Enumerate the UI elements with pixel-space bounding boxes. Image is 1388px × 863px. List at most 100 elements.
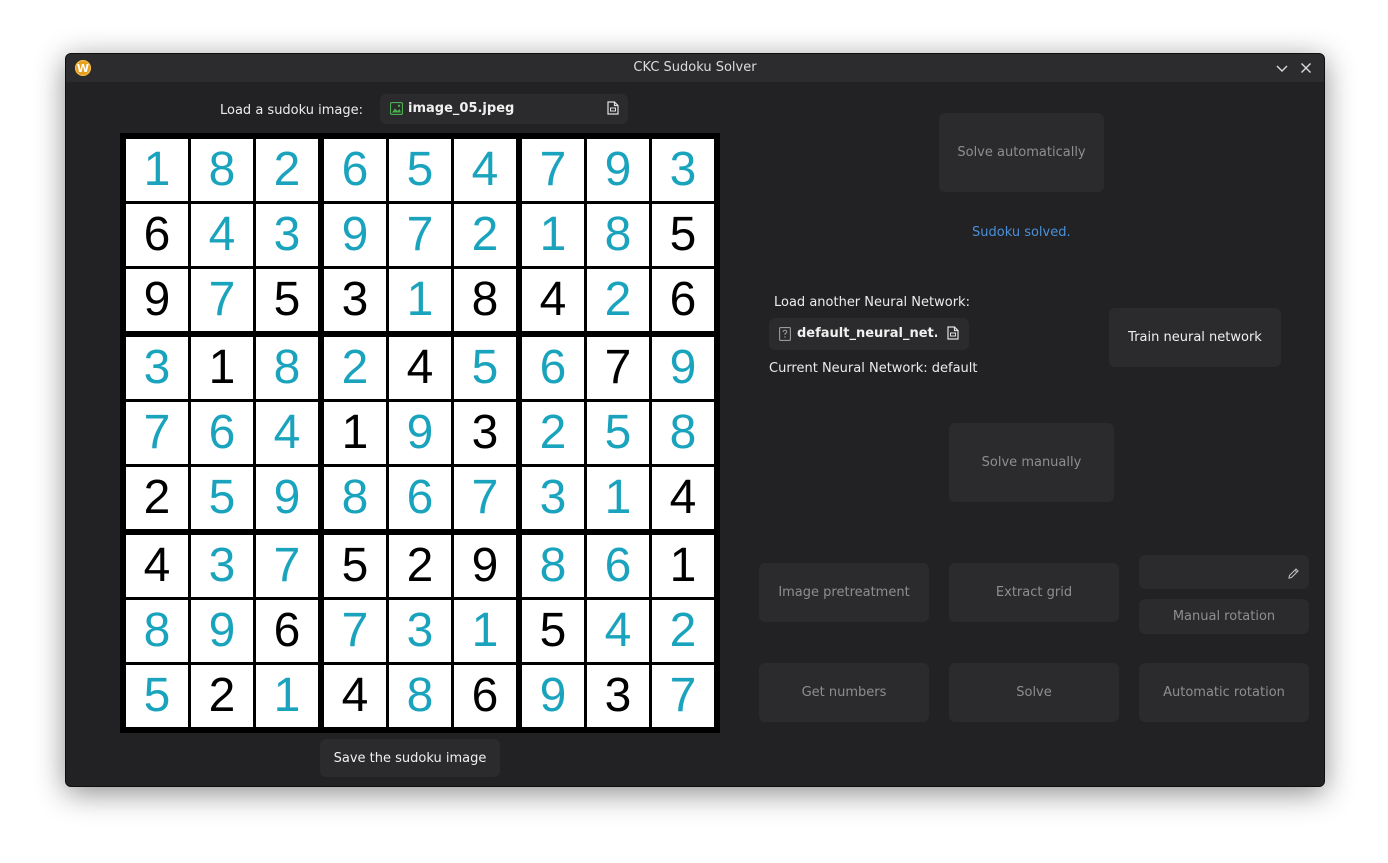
sudoku-cell: 5 (256, 269, 318, 331)
sudoku-cell: 2 (324, 337, 386, 399)
sudoku-cell: 9 (256, 467, 318, 529)
open-document-icon (947, 326, 959, 344)
sudoku-cell: 1 (522, 204, 584, 266)
unknown-file-icon (779, 327, 791, 345)
sudoku-cell: 5 (454, 337, 516, 399)
sudoku-cell: 9 (389, 402, 451, 464)
sudoku-cell: 6 (652, 269, 714, 331)
sudoku-cell: 9 (191, 600, 253, 662)
sudoku-cell: 7 (454, 467, 516, 529)
sudoku-cell: 2 (256, 139, 318, 201)
sudoku-cell: 1 (256, 665, 318, 727)
sudoku-cell: 4 (587, 600, 649, 662)
sudoku-cell: 8 (454, 269, 516, 331)
sudoku-cell: 6 (256, 600, 318, 662)
solve-manually-button[interactable]: Solve manually (949, 423, 1114, 502)
sudoku-cell: 9 (587, 139, 649, 201)
sudoku-cell: 6 (587, 535, 649, 597)
sudoku-cell: 3 (256, 204, 318, 266)
sudoku-cell: 5 (389, 139, 451, 201)
sudoku-cell: 6 (389, 467, 451, 529)
sudoku-cell: 4 (191, 204, 253, 266)
sudoku-cell: 6 (191, 402, 253, 464)
image-file-chooser[interactable]: image_05.jpeg (380, 94, 628, 124)
sudoku-cell: 6 (126, 204, 188, 266)
save-sudoku-image-button[interactable]: Save the sudoku image (320, 739, 500, 777)
sudoku-cell: 8 (522, 535, 584, 597)
sudoku-cell: 8 (389, 665, 451, 727)
automatic-rotation-button[interactable]: Automatic rotation (1139, 663, 1309, 722)
sudoku-cell: 5 (324, 535, 386, 597)
train-neural-network-button[interactable]: Train neural network (1109, 308, 1281, 367)
sudoku-cell: 4 (256, 402, 318, 464)
sudoku-cell: 8 (324, 467, 386, 529)
sudoku-cell: 5 (522, 600, 584, 662)
open-document-icon (607, 101, 619, 119)
sudoku-cell: 1 (389, 269, 451, 331)
minimize-chevron-icon[interactable] (1274, 60, 1290, 76)
sudoku-cell: 8 (256, 337, 318, 399)
status-text: Sudoku solved. (972, 225, 1071, 240)
sudoku-cell: 3 (522, 467, 584, 529)
sudoku-cell: 4 (652, 467, 714, 529)
sudoku-cell: 2 (126, 467, 188, 529)
neural-network-file-chooser[interactable]: default_neural_net... (769, 318, 969, 350)
sudoku-cell: 3 (587, 665, 649, 727)
current-neural-network-label: Current Neural Network: default (769, 361, 978, 376)
neural-network-load-label: Load another Neural Network: (774, 295, 970, 310)
sudoku-cell: 7 (191, 269, 253, 331)
edit-pencil-icon (1287, 565, 1300, 584)
solve-button[interactable]: Solve (949, 663, 1119, 722)
sudoku-cell: 7 (256, 535, 318, 597)
sudoku-cell: 4 (454, 139, 516, 201)
sudoku-cell: 4 (389, 337, 451, 399)
sudoku-cell: 1 (454, 600, 516, 662)
sudoku-cell: 6 (522, 337, 584, 399)
neural-network-file-name: default_neural_net... (797, 326, 937, 341)
get-numbers-button[interactable]: Get numbers (759, 663, 929, 722)
sudoku-cell: 8 (652, 402, 714, 464)
sudoku-cell: 9 (652, 337, 714, 399)
rotation-angle-entry[interactable] (1139, 555, 1309, 589)
sudoku-cell: 7 (389, 204, 451, 266)
sudoku-cell: 5 (191, 467, 253, 529)
sudoku-cell: 5 (652, 204, 714, 266)
sudoku-cell: 4 (324, 665, 386, 727)
sudoku-cell: 1 (126, 139, 188, 201)
sudoku-cell: 1 (652, 535, 714, 597)
sudoku-cell: 7 (652, 665, 714, 727)
image-file-name: image_05.jpeg (408, 101, 515, 116)
sudoku-cell: 3 (324, 269, 386, 331)
sudoku-cell: 9 (126, 269, 188, 331)
sudoku-cell: 1 (587, 467, 649, 529)
sudoku-cell: 8 (587, 204, 649, 266)
sudoku-cell: 9 (324, 204, 386, 266)
sudoku-cell: 7 (126, 402, 188, 464)
sudoku-cell: 5 (126, 665, 188, 727)
sudoku-cell: 2 (652, 600, 714, 662)
sudoku-cell: 6 (324, 139, 386, 201)
sudoku-cell: 2 (454, 204, 516, 266)
load-image-label: Load a sudoku image: (220, 103, 364, 118)
sudoku-cell: 4 (522, 269, 584, 331)
sudoku-cell: 2 (389, 535, 451, 597)
sudoku-cell: 3 (126, 337, 188, 399)
extract-grid-button[interactable]: Extract grid (949, 563, 1119, 622)
titlebar: W CKC Sudoku Solver (66, 54, 1324, 82)
sudoku-cell: 8 (191, 139, 253, 201)
sudoku-cell: 3 (652, 139, 714, 201)
image-pretreatment-button[interactable]: Image pretreatment (759, 563, 929, 622)
close-icon[interactable] (1298, 60, 1314, 76)
sudoku-cell: 9 (454, 535, 516, 597)
sudoku-cell: 1 (324, 402, 386, 464)
sudoku-cell: 2 (587, 269, 649, 331)
manual-rotation-button[interactable]: Manual rotation (1139, 599, 1309, 634)
solve-automatically-button[interactable]: Solve automatically (939, 113, 1104, 192)
sudoku-cell: 3 (389, 600, 451, 662)
sudoku-cell: 1 (191, 337, 253, 399)
sudoku-cell: 3 (454, 402, 516, 464)
sudoku-cell: 6 (454, 665, 516, 727)
image-file-icon (389, 101, 404, 119)
window-title: CKC Sudoku Solver (633, 60, 757, 75)
sudoku-cell: 7 (522, 139, 584, 201)
